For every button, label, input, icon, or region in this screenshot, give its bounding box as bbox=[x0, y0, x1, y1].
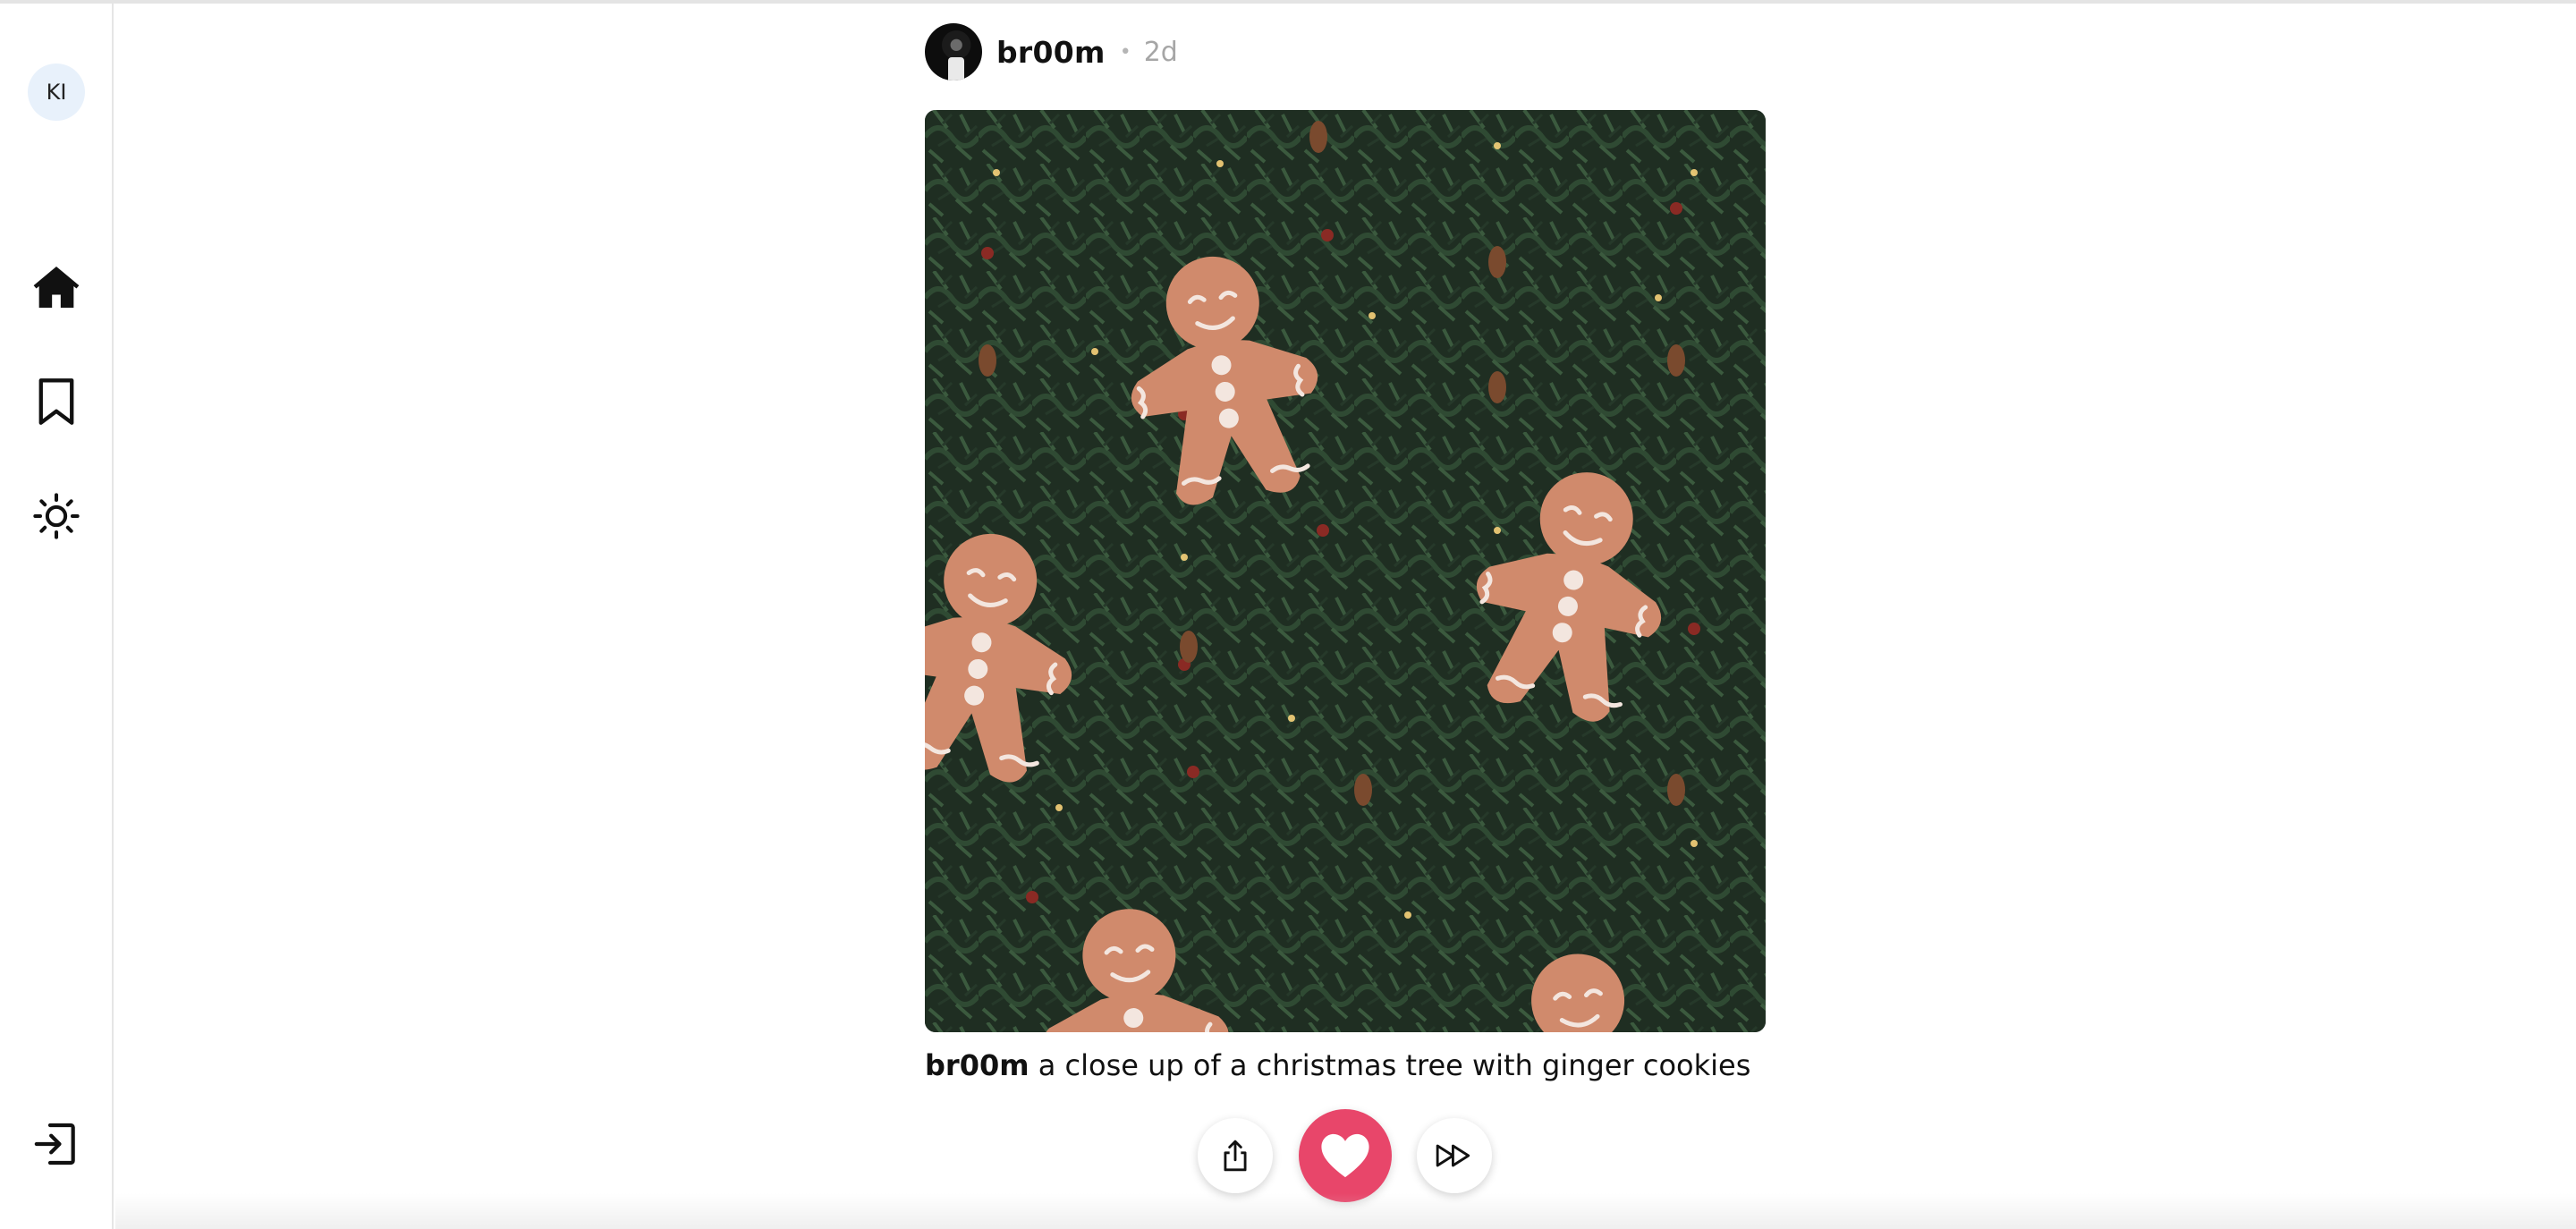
caption-text: a close up of a christmas tree with ging… bbox=[1038, 1048, 1751, 1082]
caption-username[interactable]: br00m bbox=[925, 1048, 1030, 1082]
nav-bookmarks[interactable] bbox=[25, 370, 88, 433]
sidebar: KI bbox=[0, 4, 114, 1229]
post-age: 2d bbox=[1143, 36, 1178, 68]
like-button[interactable] bbox=[1299, 1109, 1392, 1202]
nav-theme-toggle[interactable] bbox=[25, 485, 88, 547]
nav-home[interactable] bbox=[25, 256, 88, 318]
heart-icon bbox=[1321, 1133, 1369, 1178]
fast-forward-icon bbox=[1436, 1144, 1470, 1167]
bookmark-icon bbox=[38, 378, 74, 425]
separator-dot: • bbox=[1119, 40, 1131, 64]
logout-button[interactable] bbox=[25, 1113, 88, 1175]
share-icon bbox=[1224, 1140, 1247, 1172]
post-header: br00m • 2d bbox=[925, 23, 1178, 81]
post-image[interactable] bbox=[925, 110, 1766, 1032]
feed: br00m • 2d br00m a close up of a christm… bbox=[115, 4, 2576, 1229]
logout-icon bbox=[34, 1123, 75, 1165]
author-avatar[interactable] bbox=[925, 23, 982, 81]
author-username[interactable]: br00m bbox=[996, 35, 1106, 70]
sun-icon bbox=[33, 493, 80, 539]
post-actions bbox=[115, 1109, 2576, 1208]
post-caption: br00m a close up of a christmas tree wit… bbox=[925, 1048, 1750, 1082]
gingerbread-photo bbox=[925, 110, 1766, 1032]
app-root: KI br00m • 2d br00m a close up of a chri… bbox=[0, 0, 2576, 1229]
skip-button[interactable] bbox=[1417, 1118, 1492, 1193]
home-icon bbox=[33, 267, 80, 308]
user-avatar[interactable]: KI bbox=[28, 64, 85, 121]
share-button[interactable] bbox=[1198, 1118, 1273, 1193]
